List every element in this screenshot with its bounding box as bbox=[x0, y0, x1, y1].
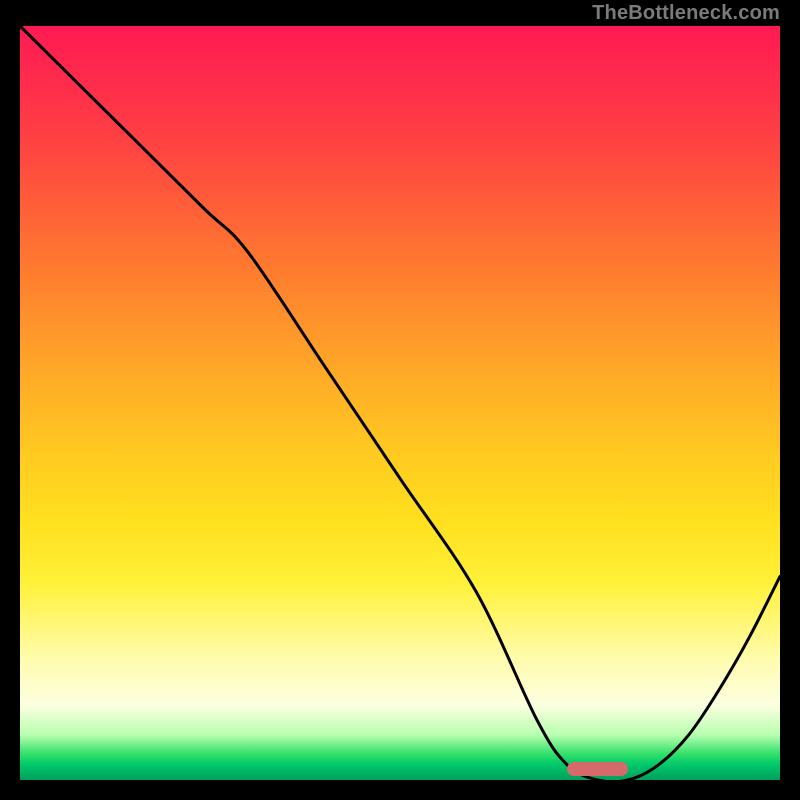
watermark-text: TheBottleneck.com bbox=[592, 2, 780, 25]
chart-frame: TheBottleneck.com bbox=[0, 0, 800, 800]
bottleneck-curve bbox=[20, 26, 780, 780]
plot-area bbox=[20, 26, 780, 780]
optimal-range-marker bbox=[567, 762, 628, 776]
